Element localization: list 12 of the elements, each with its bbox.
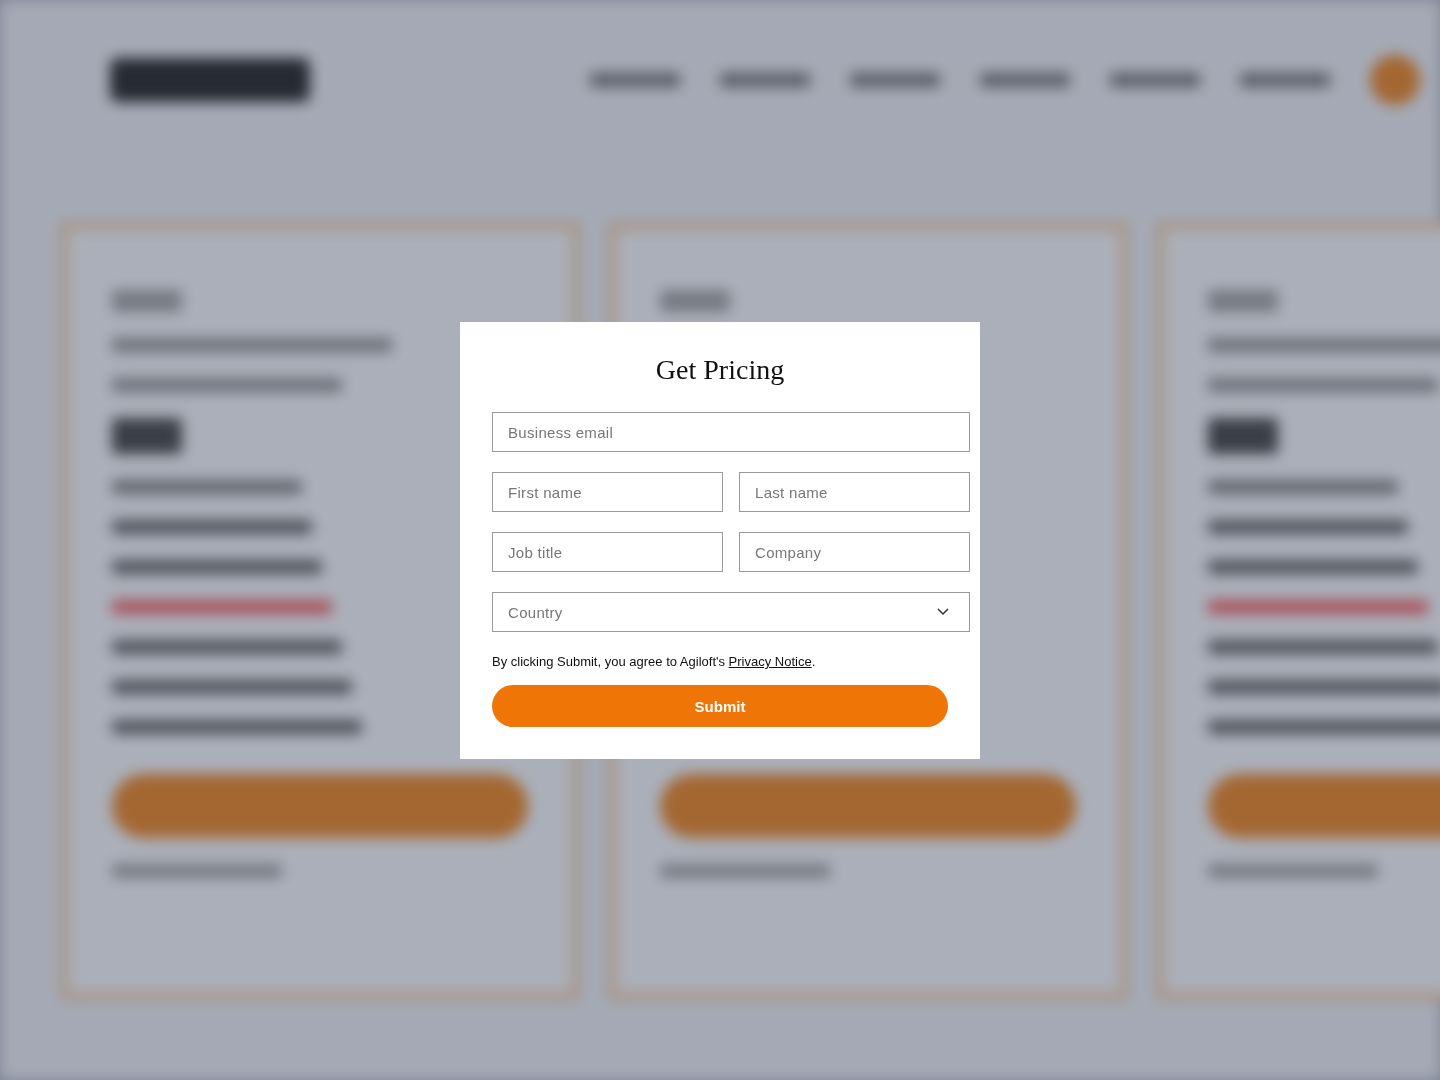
country-select[interactable]: Country [492, 592, 970, 632]
input-field[interactable]: Company [739, 532, 970, 572]
input-field[interactable]: Last name [739, 472, 970, 512]
input-field[interactable]: Job title [492, 532, 723, 572]
privacy-notice-link[interactable]: Privacy Notice [728, 654, 812, 669]
submit-button[interactable]: Submit [492, 685, 948, 727]
chevron-down-icon [937, 608, 949, 616]
input-field[interactable]: Business email [492, 412, 970, 452]
dialog-title: Get Pricing [654, 353, 786, 387]
select-placeholder: Country [508, 603, 563, 621]
consent-text: By clicking Submit, you agree to Agiloft's Privacy Notice. [492, 654, 817, 669]
input-field[interactable]: First name [492, 472, 723, 512]
